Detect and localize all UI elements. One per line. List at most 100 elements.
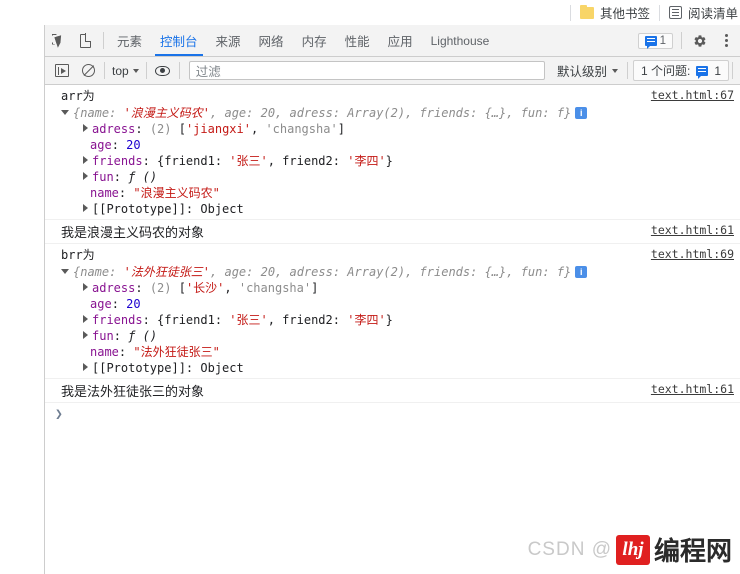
tab-performance-label: 性能 xyxy=(344,35,370,49)
object-property-row[interactable]: adress: (2) ['长沙', 'changsha'] xyxy=(57,280,740,296)
object-property-row[interactable]: friends: {friend1: '张三', friend2: '李四'} xyxy=(57,153,740,169)
console-message-text: 我是浪漫主义码农的对象 xyxy=(61,225,205,240)
object-property-row[interactable]: fun: ƒ () xyxy=(57,169,740,185)
object-property-row: name: "浪漫主义码农" xyxy=(90,186,220,200)
clear-console-button[interactable] xyxy=(75,58,101,84)
object-property-row: name: "法外狂徒张三" xyxy=(90,345,220,359)
live-expression-button[interactable] xyxy=(150,58,176,84)
console-entry-label-arr: arr为 xyxy=(61,89,95,103)
property-key: fun xyxy=(92,170,114,184)
console-entry-message-1[interactable]: 我是浪漫主义码农的对象 text.html:61 xyxy=(45,219,740,244)
source-link-message-1[interactable]: text.html:61 xyxy=(651,223,734,237)
bookmarks-divider-2 xyxy=(658,4,660,21)
console-sidebar-icon xyxy=(55,64,69,77)
property-key: adress xyxy=(92,281,136,295)
inspect-element-button[interactable] xyxy=(45,25,72,56)
tabbar-divider-2 xyxy=(681,32,682,49)
disclosure-triangle-icon[interactable] xyxy=(83,156,88,164)
gear-icon xyxy=(693,34,707,48)
log-level-selector[interactable]: 默认级别 xyxy=(551,61,624,80)
disclosure-triangle-icon[interactable] xyxy=(83,363,88,371)
disclosure-triangle-icon[interactable] xyxy=(83,204,88,212)
device-toolbar-button[interactable] xyxy=(72,25,99,56)
tab-sources[interactable]: 来源 xyxy=(207,25,250,56)
console-message-text: 我是法外狂徒张三的对象 xyxy=(61,384,205,399)
disclosure-triangle-icon[interactable] xyxy=(83,315,88,323)
bookmarks-divider xyxy=(569,4,571,21)
console-sidebar-button[interactable] xyxy=(49,58,75,84)
tab-network-label: 网络 xyxy=(258,35,284,49)
object-property-row[interactable]: fun: ƒ () xyxy=(57,328,740,344)
execution-context-selector[interactable]: top xyxy=(108,64,143,78)
tab-application[interactable]: 应用 xyxy=(379,25,422,56)
preview-prefix-brr: {name: xyxy=(73,265,124,279)
property-key: name xyxy=(90,186,119,200)
prompt-caret-icon: ❯ xyxy=(55,407,63,422)
property-value: Object xyxy=(200,361,244,375)
reading-list-icon xyxy=(668,6,682,19)
kebab-menu-icon xyxy=(725,34,728,47)
disclosure-triangle-open-icon[interactable] xyxy=(61,110,69,115)
tab-performance[interactable]: 性能 xyxy=(336,25,379,56)
console-entry-group-arr[interactable]: arr为 text.html:67 {name: '浪漫主义码农', age: … xyxy=(45,85,740,219)
property-value: 20 xyxy=(126,297,141,311)
source-link-brr[interactable]: text.html:69 xyxy=(651,247,734,261)
console-entry-label-brr: brr为 xyxy=(61,248,95,262)
clear-console-icon xyxy=(81,64,95,77)
property-key: name xyxy=(90,345,119,359)
disclosure-triangle-icon[interactable] xyxy=(83,172,88,180)
bookmark-reading-list[interactable]: 阅读清单 xyxy=(667,3,740,22)
tabbar-issues-button[interactable]: 1 xyxy=(637,32,673,49)
object-property-row[interactable]: adress: (2) ['jiangxi', 'changsha'] xyxy=(57,121,740,137)
disclosure-triangle-icon[interactable] xyxy=(83,124,88,132)
disclosure-triangle-icon[interactable] xyxy=(83,283,88,291)
disclosure-triangle-open-icon[interactable] xyxy=(61,269,69,274)
property-key: friends xyxy=(92,154,143,168)
page-content-strip xyxy=(0,25,45,574)
console-entry-group-brr[interactable]: brr为 text.html:69 {name: '法外狂徒张三', age: … xyxy=(45,244,740,378)
settings-button[interactable] xyxy=(686,34,713,48)
object-property-row[interactable]: [[Prototype]]: Object xyxy=(57,360,740,376)
disclosure-triangle-icon[interactable] xyxy=(83,331,88,339)
tab-elements[interactable]: 元素 xyxy=(108,25,151,56)
tabbar-issues-count: 1 xyxy=(659,34,666,47)
info-icon-arr[interactable]: i xyxy=(575,107,588,119)
object-preview-brr[interactable]: {name: '法外狂徒张三', age: 20, adress: Array(… xyxy=(57,263,740,280)
bookmark-other-bookmarks-label: 其他书签 xyxy=(599,7,650,21)
console-prompt[interactable]: ❯ xyxy=(45,403,740,426)
tab-lighthouse[interactable]: Lighthouse xyxy=(422,25,499,56)
info-icon-brr[interactable]: i xyxy=(575,266,588,278)
preview-rest-brr: , age: 20, adress: Array(2), friends: {…… xyxy=(210,265,572,279)
toolbar-divider-1 xyxy=(104,62,105,79)
preview-rest-arr: , age: 20, adress: Array(2), friends: {…… xyxy=(210,106,572,120)
toolbar-divider-2 xyxy=(145,62,147,79)
source-link-arr[interactable]: text.html:67 xyxy=(651,88,734,102)
preview-name-value-arr: '浪漫主义码农' xyxy=(123,106,211,120)
filter-placeholder: 过滤 xyxy=(195,65,221,79)
bookmark-other-bookmarks[interactable]: 其他书签 xyxy=(578,3,652,22)
devtools-tabbar: 元素 控制台 来源 网络 内存 性能 应用 Lighthouse 1 xyxy=(45,25,740,57)
object-preview-arr[interactable]: {name: '浪漫主义码农', age: 20, adress: Array(… xyxy=(57,104,740,121)
source-link-message-2[interactable]: text.html:61 xyxy=(651,382,734,396)
issues-counter-label: 1 个问题: xyxy=(640,64,691,78)
object-property-row[interactable]: friends: {friend1: '张三', friend2: '李四'} xyxy=(57,312,740,328)
console-log-area[interactable]: arr为 text.html:67 {name: '浪漫主义码农', age: … xyxy=(45,85,740,574)
tab-sources-label: 来源 xyxy=(215,35,241,49)
tab-memory[interactable]: 内存 xyxy=(293,25,336,56)
tab-console[interactable]: 控制台 xyxy=(151,25,207,56)
more-options-button[interactable] xyxy=(713,34,740,47)
property-key: [[Prototype]] xyxy=(92,202,186,216)
filter-input[interactable]: 过滤 xyxy=(188,61,545,80)
inspect-icon xyxy=(51,33,66,48)
tabbar-divider xyxy=(103,32,104,49)
tab-network[interactable]: 网络 xyxy=(250,25,293,56)
object-property-row: age: 20 xyxy=(90,138,141,152)
console-entry-message-2[interactable]: 我是法外狂徒张三的对象 text.html:61 xyxy=(45,378,740,403)
issues-counter-icon xyxy=(696,65,709,79)
property-key: age xyxy=(90,138,112,152)
issues-counter-button[interactable]: 1 个问题: 1 xyxy=(632,60,729,81)
object-property-row[interactable]: [[Prototype]]: Object xyxy=(57,201,740,217)
property-value: 20 xyxy=(126,138,141,152)
tab-console-label: 控制台 xyxy=(160,35,198,49)
property-key: friends xyxy=(92,313,143,327)
